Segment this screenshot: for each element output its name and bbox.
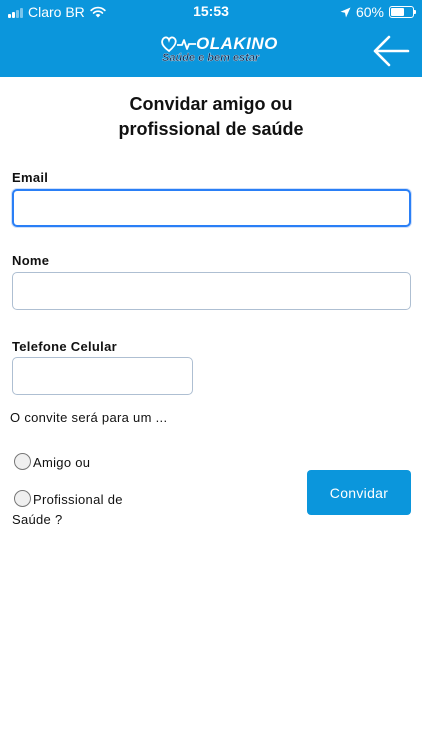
app-header: Claro BR 15:53 60% OLAKINO Saúde e bem e… [0, 0, 422, 77]
olakino-logo: OLAKINO Saúde e bem estar [160, 34, 277, 68]
back-button[interactable] [372, 34, 410, 68]
radio-label-friend: Amigo ou [33, 455, 91, 470]
location-arrow-icon [340, 7, 351, 17]
logo-tagline: Saúde e bem estar [162, 52, 260, 64]
invite-question: O convite será para um ... [10, 410, 168, 425]
status-bar: Claro BR 15:53 60% [0, 0, 422, 24]
radio-label-professional-line-1: Profissional de [33, 492, 123, 507]
phone-field[interactable] [12, 357, 193, 395]
heart-pulse-icon [161, 36, 196, 53]
radio-button[interactable] [14, 490, 31, 507]
logo-word: OLAKINO [196, 34, 278, 53]
radio-button[interactable] [14, 453, 31, 470]
phone-label: Telefone Celular [12, 339, 117, 354]
radio-option-professional[interactable]: Profissional de [14, 490, 123, 507]
page-title-line-2: profissional de saúde [118, 119, 304, 139]
radio-option-friend[interactable]: Amigo ou [14, 453, 90, 470]
email-label: Email [12, 170, 49, 185]
battery-fill [391, 8, 404, 16]
battery-icon [389, 6, 416, 18]
arrow-left-icon [373, 35, 410, 67]
status-right: 60% [340, 4, 416, 20]
name-field[interactable] [12, 272, 411, 310]
page-title: Convidar amigo ou profissional de saúde [0, 92, 422, 142]
email-field[interactable] [12, 189, 411, 227]
battery-percent: 60% [355, 4, 384, 20]
name-label: Nome [12, 253, 50, 268]
page-title-line-1: Convidar amigo ou [129, 94, 293, 114]
invite-button[interactable]: Convidar [307, 470, 411, 515]
radio-label-professional-line-2: Saúde ? [12, 512, 63, 527]
